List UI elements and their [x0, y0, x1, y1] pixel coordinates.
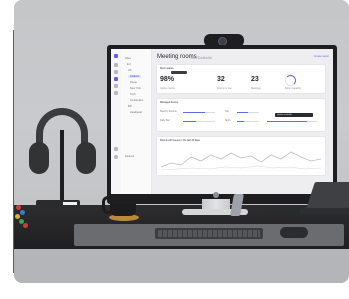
desk-setup-photo: Sites EU UK Dalkeith Rome New York Tech … — [14, 0, 349, 283]
issues-chart-card: Rooms with issues in the last 30 days — [156, 136, 326, 176]
tree-footer[interactable]: Devices — [125, 155, 134, 158]
phone — [270, 207, 304, 212]
laptop-base — [300, 208, 349, 214]
stat-label: Meetings — [251, 87, 261, 90]
monitor-logo — [213, 192, 219, 198]
tree-item[interactable]: EU — [127, 63, 131, 66]
managed-row-bar — [183, 112, 215, 113]
managed-heading: Managed Rooms — [160, 101, 179, 104]
stat-label: Rooms in use — [217, 87, 232, 90]
headphones-left-cup — [29, 142, 49, 174]
avatar[interactable] — [114, 155, 118, 159]
ring-label: Room capacity — [285, 87, 301, 90]
page-subtitle: UK/Dalkeith — [191, 55, 213, 60]
bead-blue — [20, 210, 25, 215]
stat-value: 98% — [160, 76, 175, 83]
stat-label: Uptime rooms — [160, 87, 175, 90]
help-icon[interactable] — [114, 147, 118, 151]
tree-item-selected[interactable]: Dalkeith — [128, 75, 142, 78]
tooltip-text: Update available — [277, 113, 292, 116]
stat-value: 32 — [217, 76, 225, 83]
tree-item[interactable]: Rome — [130, 81, 137, 84]
summary-heading: Room status — [160, 67, 174, 70]
location-tree: Sites EU UK Dalkeith Rome New York Tech … — [121, 49, 152, 194]
tree-item[interactable]: UK — [128, 69, 132, 72]
bead-red — [16, 205, 21, 210]
tree-item[interactable]: Sites — [125, 57, 131, 60]
stat-value: 23 — [251, 76, 259, 83]
managed-row-bar — [267, 121, 317, 122]
bead-red — [23, 223, 28, 228]
headphones-right-cup — [76, 142, 96, 174]
tooltip — [171, 71, 187, 74]
managed-row-bar — [183, 121, 215, 122]
managed-row-label: Sight — [225, 119, 231, 122]
rooms-icon[interactable] — [114, 70, 118, 74]
managed-row-label: MeetUp Rooms — [160, 110, 177, 113]
keyboard — [155, 228, 263, 239]
tree-item[interactable]: BR — [128, 105, 132, 108]
main-content: Meeting rooms UK/Dalkeith Create report … — [153, 49, 333, 194]
managed-row-label: Rally Bar — [160, 119, 170, 122]
managed-row-bar — [237, 121, 259, 122]
issues-line-chart — [160, 151, 322, 171]
capacity-ring — [285, 75, 296, 86]
tree-item[interactable]: Amsterdam — [130, 99, 143, 102]
create-report-link[interactable]: Create report — [314, 55, 329, 58]
devices-icon[interactable] — [114, 77, 118, 81]
summary-card: Room status 98% Uptime rooms 32 Rooms in… — [156, 64, 326, 94]
home-icon[interactable] — [114, 63, 118, 67]
bead-yellow — [15, 214, 20, 219]
managed-row-bar — [237, 112, 259, 113]
desk-front-edge — [14, 249, 349, 283]
stand-label — [63, 202, 77, 205]
tree-item[interactable]: New York — [130, 87, 141, 90]
tree-item[interactable]: Tech — [130, 93, 135, 96]
tree-item[interactable]: Headquart — [130, 111, 142, 114]
settings-icon[interactable] — [114, 91, 118, 95]
app-logo-icon — [114, 54, 118, 58]
managed-rooms-card: Managed Rooms MeetUp Rooms Tap Rally Bar… — [156, 98, 326, 132]
monitor: Sites EU UK Dalkeith Rome New York Tech … — [107, 45, 337, 204]
mouse — [280, 227, 308, 238]
insights-icon[interactable] — [114, 84, 118, 88]
managed-row-label: Tap — [225, 110, 229, 113]
photo-frame: Sites EU UK Dalkeith Rome New York Tech … — [0, 0, 349, 299]
